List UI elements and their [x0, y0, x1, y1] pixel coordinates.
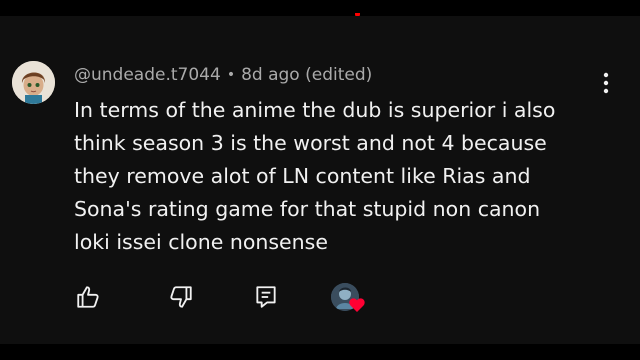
author-handle[interactable]: @undeade.t7044 [74, 65, 221, 85]
more-options-button[interactable] [596, 68, 616, 98]
comment-text-line: think season 3 is the worst and not 4 be… [74, 131, 547, 155]
thumbs-up-icon [77, 286, 99, 308]
creator-heart [331, 283, 369, 315]
reply-button[interactable] [253, 284, 279, 310]
comment-timestamp: 8d ago (edited) [241, 65, 373, 85]
comment-text-line: Sona's rating game for that stupid non c… [74, 197, 541, 221]
comment-text: In terms of the anime the dub is superio… [74, 94, 594, 259]
creator-heart-icon [349, 298, 365, 312]
comment-text-line: they remove alot of LN content like Rias… [74, 164, 531, 188]
reply-icon [256, 286, 276, 308]
more-vertical-icon [603, 72, 609, 94]
avatar[interactable] [12, 61, 55, 104]
comment-text-line: In terms of the anime the dub is superio… [74, 98, 556, 122]
dislike-button[interactable] [168, 284, 194, 310]
avatar-cartoon-icon [12, 61, 55, 104]
like-button[interactable] [75, 284, 101, 310]
app-frame: @undeade.t7044 • 8d ago (edited) In term… [0, 0, 640, 360]
comment-meta: @undeade.t7044 • 8d ago (edited) [74, 62, 372, 88]
meta-separator: • [226, 67, 236, 83]
thumbs-down-icon [170, 286, 192, 308]
comment-text-line: loki issei clone nonsense [74, 230, 328, 254]
